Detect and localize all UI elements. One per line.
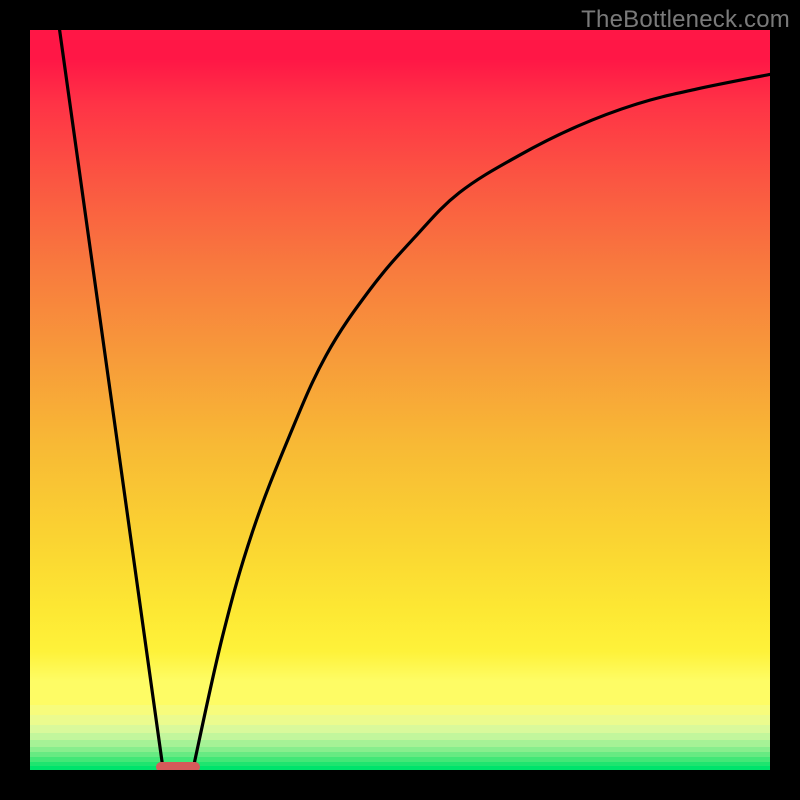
chart-frame: TheBottleneck.com xyxy=(0,0,800,800)
plot-area xyxy=(30,30,770,770)
optimal-marker xyxy=(156,762,200,770)
watermark-text: TheBottleneck.com xyxy=(581,6,790,34)
bottleneck-curve xyxy=(30,30,770,770)
